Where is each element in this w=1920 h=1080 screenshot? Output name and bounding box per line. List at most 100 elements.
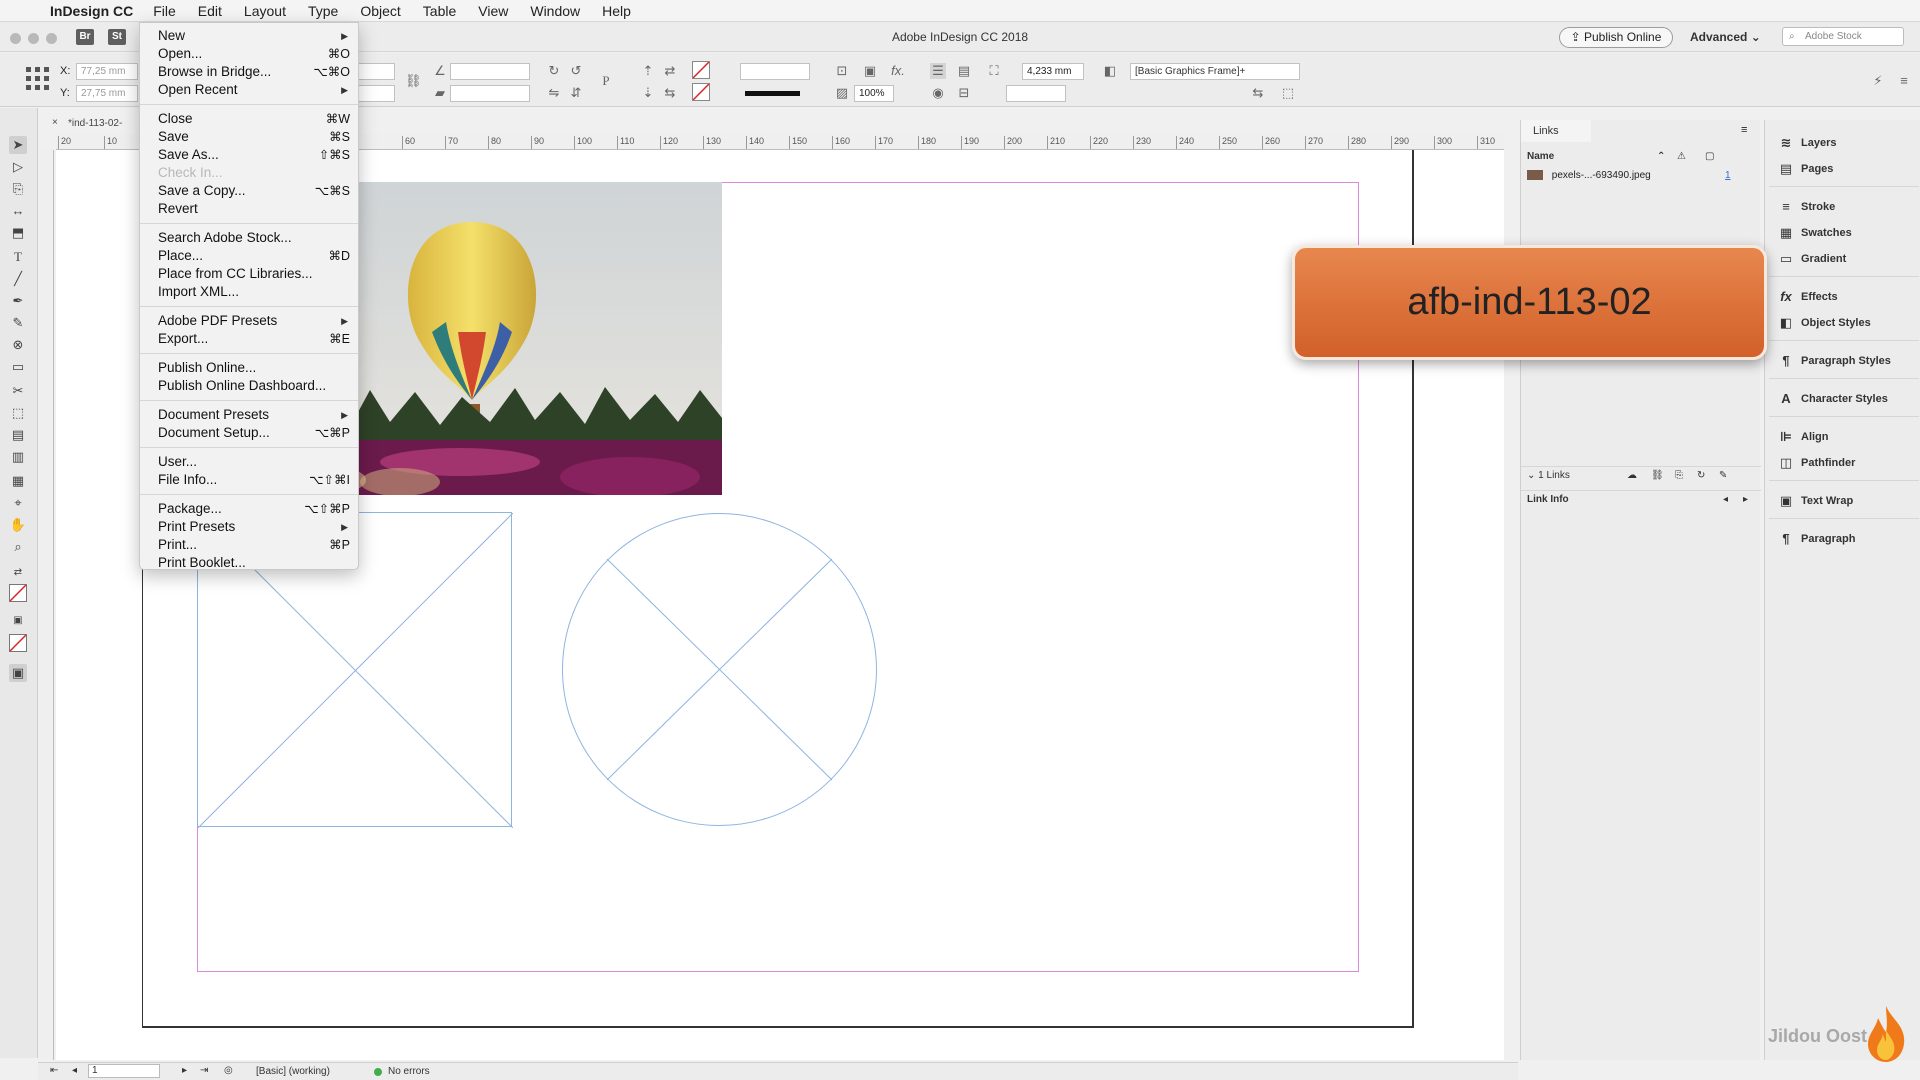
warning-icon[interactable]: ⚠ — [1677, 148, 1686, 166]
page-column-icon[interactable]: ▢ — [1705, 148, 1714, 166]
dock-paragraph-styles[interactable]: ¶ Paragraph Styles — [1765, 348, 1920, 374]
menu-item-import-xml[interactable]: Import XML... — [140, 283, 358, 301]
flip-horizontal-icon[interactable]: ⇋ — [546, 85, 562, 101]
menu-item-browse-in-bridge[interactable]: Browse in Bridge... ⌥⌘O — [140, 63, 358, 81]
select-next-icon[interactable]: ⇆ — [662, 85, 678, 101]
y-position-field[interactable]: 27,75 mm — [76, 85, 138, 102]
first-page-icon[interactable]: ⇤ — [50, 1065, 58, 1076]
menu-edit[interactable]: Edit — [196, 3, 224, 19]
content-grabber-icon[interactable]: ◉ — [930, 85, 946, 101]
stroke-size-field[interactable]: 4,233 mm — [1022, 63, 1084, 80]
frame-fitting-icon[interactable]: ⊟ — [956, 85, 972, 101]
ellipse-frame-tool-icon[interactable]: ⊗ — [9, 336, 27, 354]
empty-graphic-frame-ellipse[interactable] — [561, 512, 878, 827]
dock-pages[interactable]: ▤ Pages — [1765, 156, 1920, 182]
selection-tool-icon[interactable]: ➤ — [9, 136, 27, 154]
dock-object-styles[interactable]: ◧ Object Styles — [1765, 310, 1920, 336]
menu-item-publish-online[interactable]: Publish Online... — [140, 359, 358, 377]
free-transform-tool-icon[interactable]: ⬚ — [9, 404, 27, 422]
x-position-field[interactable]: 77,25 mm — [76, 63, 138, 80]
menu-item-new[interactable]: New ▶ — [140, 27, 358, 45]
preflight-icon[interactable]: ◎ — [224, 1065, 233, 1076]
page-number-field[interactable]: 1 — [88, 1064, 160, 1078]
opacity-field[interactable]: 100% — [854, 85, 894, 102]
line-tool-icon[interactable]: ╱ — [9, 270, 27, 288]
pen-tool-icon[interactable]: ✒ — [9, 292, 27, 310]
flip-vertical-icon[interactable]: ⇵ — [568, 85, 584, 101]
menu-item-package[interactable]: Package... ⌥⇧⌘P — [140, 500, 358, 518]
menu-help[interactable]: Help — [600, 3, 633, 19]
next-page-icon[interactable]: ▸ — [182, 1065, 187, 1076]
menu-item-user[interactable]: User... — [140, 453, 358, 471]
apply-none-icon[interactable] — [9, 634, 27, 652]
fit-content-icon[interactable]: ▣ — [862, 63, 878, 79]
dock-pathfinder[interactable]: ◫ Pathfinder — [1765, 450, 1920, 476]
edit-original-icon[interactable]: ✎ — [1719, 467, 1727, 485]
menu-table[interactable]: Table — [421, 3, 458, 19]
screen-mode-icon[interactable]: ▣ — [9, 664, 27, 682]
previous-page-icon[interactable]: ◂ — [72, 1065, 77, 1076]
next-link-icon[interactable]: ▸ — [1743, 491, 1748, 509]
stroke-swatch[interactable] — [692, 83, 710, 101]
scissors-tool-icon[interactable]: ✂ — [9, 382, 27, 400]
app-menu[interactable]: InDesign CC — [50, 3, 133, 19]
height-field[interactable] — [355, 85, 395, 102]
links-panel-tab[interactable]: Links — [1521, 120, 1591, 142]
preflight-errors[interactable]: No errors — [388, 1066, 430, 1077]
fill-stroke-proxy-icon[interactable] — [9, 584, 27, 602]
eyedropper-tool-icon[interactable]: ⌖ — [9, 494, 27, 512]
publish-online-button[interactable]: ⇪ Publish Online — [1559, 27, 1673, 48]
menu-item-close[interactable]: Close ⌘W — [140, 110, 358, 128]
menu-item-save-a-copy[interactable]: Save a Copy... ⌥⌘S — [140, 182, 358, 200]
width-field[interactable] — [355, 63, 395, 80]
content-collector-icon[interactable]: ⬒ — [9, 224, 27, 242]
vertical-ruler[interactable] — [38, 150, 54, 1060]
dock-stroke[interactable]: ≡ Stroke — [1765, 194, 1920, 220]
update-link-icon[interactable]: ↻ — [1697, 467, 1705, 485]
menu-item-document-presets[interactable]: Document Presets ▶ — [140, 406, 358, 424]
panel-menu-icon[interactable]: ≡ — [1741, 124, 1747, 136]
menu-view[interactable]: View — [476, 3, 510, 19]
pencil-tool-icon[interactable]: ✎ — [9, 314, 27, 332]
select-container-icon[interactable]: ⇡ — [640, 63, 656, 79]
shear-angle-field[interactable] — [450, 85, 530, 102]
dock-paragraph[interactable]: ¶ Paragraph — [1765, 526, 1920, 552]
menu-item-file-info[interactable]: File Info... ⌥⇧⌘I — [140, 471, 358, 489]
menu-item-print-booklet[interactable]: Print Booklet... — [140, 554, 358, 572]
dock-character-styles[interactable]: A Character Styles — [1765, 386, 1920, 412]
gap-tool-icon[interactable]: ↔ — [9, 202, 27, 220]
menu-item-open[interactable]: Open... ⌘O — [140, 45, 358, 63]
menu-item-publish-online-dashboard[interactable]: Publish Online Dashboard... — [140, 377, 358, 395]
menu-type[interactable]: Type — [306, 3, 340, 19]
menu-item-save[interactable]: Save ⌘S — [140, 128, 358, 146]
stroke-type-preview[interactable] — [745, 91, 800, 96]
go-to-link-icon[interactable]: ⎘ — [1675, 467, 1683, 485]
dock-gradient[interactable]: ▭ Gradient — [1765, 246, 1920, 272]
menu-item-search-adobe-stock[interactable]: Search Adobe Stock... — [140, 229, 358, 247]
dock-swatches[interactable]: ▦ Swatches — [1765, 220, 1920, 246]
quick-apply-lightning-icon[interactable]: ⚡ — [1870, 73, 1886, 89]
menu-item-open-recent[interactable]: Open Recent ▶ — [140, 81, 358, 99]
dock-text-wrap[interactable]: ▣ Text Wrap — [1765, 488, 1920, 514]
menu-layout[interactable]: Layout — [242, 3, 288, 19]
clear-overrides-icon[interactable]: ⇆ — [1250, 85, 1266, 101]
collapse-icon[interactable]: ⌄ — [1527, 470, 1538, 481]
rotate-cw-icon[interactable]: ↻ — [546, 63, 562, 79]
menu-item-print-presets[interactable]: Print Presets ▶ — [140, 518, 358, 536]
stroke-weight-field[interactable] — [740, 63, 810, 80]
menu-item-export[interactable]: Export... ⌘E — [140, 330, 358, 348]
select-content-icon[interactable]: ⇣ — [640, 85, 656, 101]
menu-object[interactable]: Object — [358, 3, 402, 19]
dock-effects[interactable]: fx Effects — [1765, 284, 1920, 310]
dock-layers[interactable]: ≋ Layers — [1765, 130, 1920, 156]
menu-item-place-from-cc-libraries[interactable]: Place from CC Libraries... — [140, 265, 358, 283]
close-tab-icon[interactable]: × — [52, 117, 58, 128]
object-style-dropdown[interactable]: [Basic Graphics Frame]+ — [1130, 63, 1300, 80]
page-tool-icon[interactable]: ⎘ — [9, 180, 27, 198]
align-center-icon[interactable]: ☰ — [930, 63, 946, 79]
menu-item-save-as[interactable]: Save As... ⇧⌘S — [140, 146, 358, 164]
link-info-section[interactable]: Link Info ◂ ▸ — [1521, 490, 1761, 508]
menu-file[interactable]: File — [151, 3, 178, 19]
fit-frame-icon[interactable]: ⊡ — [834, 63, 850, 79]
previous-link-icon[interactable]: ◂ — [1723, 491, 1728, 509]
